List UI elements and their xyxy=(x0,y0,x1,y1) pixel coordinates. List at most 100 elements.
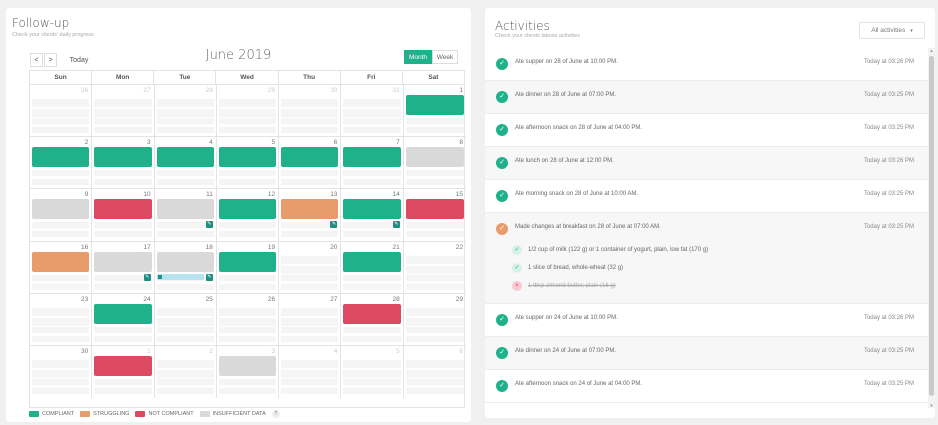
status-bar-compliant[interactable] xyxy=(218,199,277,220)
status-bar-compliant[interactable] xyxy=(156,147,214,168)
month-view-toggle[interactable]: Month xyxy=(404,50,432,64)
status-bar-not-compliant[interactable] xyxy=(94,356,152,376)
calendar-day[interactable]: 3 xyxy=(92,137,155,190)
calendar-day[interactable]: 28 xyxy=(154,85,217,138)
calendar-day[interactable]: 29 xyxy=(216,85,280,138)
scroll-thumb[interactable] xyxy=(929,56,934,396)
status-bar-compliant[interactable] xyxy=(343,147,401,168)
calendar-day[interactable]: 16 xyxy=(30,241,93,294)
calendar-day[interactable]: 27 xyxy=(92,85,155,138)
calendar-day[interactable]: 2 xyxy=(30,137,93,190)
calendar-day[interactable]: 15 xyxy=(403,189,466,242)
calendar-day[interactable]: 5 xyxy=(216,137,280,190)
calendar-day[interactable]: 11 ✎ xyxy=(154,189,217,242)
calendar-day[interactable]: 8 xyxy=(403,137,466,190)
status-bar-insufficient[interactable] xyxy=(94,251,152,272)
status-bar-compliant[interactable] xyxy=(218,147,277,168)
calendar-day[interactable]: 12 xyxy=(216,189,280,242)
day-number: 24 xyxy=(143,295,151,303)
status-bar-struggling[interactable] xyxy=(281,199,339,220)
edit-icon[interactable]: ✎ xyxy=(205,221,213,229)
day-number: 23 xyxy=(81,295,89,303)
status-bar-insufficient[interactable] xyxy=(32,199,90,220)
day-number: 30 xyxy=(81,348,89,355)
activity-row[interactable]: ✓ Ate lunch on 28 of June at 12:00 PM. Tod… xyxy=(485,147,928,180)
activity-row[interactable]: ✓ Ate dinner on 24 of June at 07:00 PM. To… xyxy=(485,337,928,370)
calendar-day[interactable]: 30 xyxy=(279,85,342,138)
status-bar-compliant[interactable] xyxy=(343,251,401,272)
edit-icon[interactable]: ✎ xyxy=(330,221,338,229)
status-bar-compliant[interactable] xyxy=(405,95,464,115)
status-bar-insufficient[interactable] xyxy=(156,199,214,220)
status-bar-struggling[interactable] xyxy=(32,251,90,272)
calendar-day[interactable]: 6 xyxy=(404,346,466,398)
calendar-day[interactable]: 1 xyxy=(403,85,466,138)
status-bar-compliant[interactable] xyxy=(94,147,152,168)
calendar-day[interactable]: 4 xyxy=(154,137,217,190)
day-number: 8 xyxy=(459,139,463,147)
edit-icon[interactable]: ✎ xyxy=(143,273,151,281)
calendar-day[interactable]: 24 xyxy=(92,293,155,346)
activity-scrollbar[interactable]: ▲ ▼ xyxy=(928,48,935,408)
calendar-day[interactable]: 25 xyxy=(154,293,217,346)
calendar-day[interactable]: 14 ✎ xyxy=(341,189,404,242)
edit-icon[interactable]: ✎ xyxy=(205,273,213,281)
empty-slot xyxy=(156,317,214,326)
empty-slot xyxy=(405,222,464,229)
calendar-day[interactable]: 4 xyxy=(279,346,342,399)
calendar-day[interactable]: 26 xyxy=(216,293,280,346)
calendar-day[interactable]: 22 xyxy=(403,242,466,294)
activity-row[interactable]: ✓ Ate afternoon snack on 24 of June at 04… xyxy=(485,370,928,403)
calendar-day[interactable]: 21 xyxy=(341,241,404,294)
help-icon[interactable]: ? xyxy=(271,410,280,418)
status-bar-not-compliant[interactable] xyxy=(94,199,152,220)
status-bar-not-compliant[interactable] xyxy=(405,199,464,220)
activity-row[interactable]: ✓ Ate supper on 28 of June at 10:00 PM. To… xyxy=(485,48,928,81)
empty-slot xyxy=(405,307,464,316)
calendar-day[interactable]: 6 xyxy=(279,137,342,190)
calendar-day[interactable]: 1 xyxy=(92,346,155,399)
calendar-day[interactable]: 13 ✎ xyxy=(279,189,342,242)
empty-slot xyxy=(94,379,152,385)
calendar-day[interactable]: 20 xyxy=(279,241,342,294)
calendar-day[interactable]: 7 xyxy=(341,137,404,190)
activity-row[interactable]: ✓ Made changes at breakfast on 28 of June… xyxy=(485,213,928,304)
activity-row[interactable]: ✓ Ate morning snack on 28 of June at 10:0… xyxy=(485,180,928,213)
status-bar-insufficient[interactable] xyxy=(405,147,464,168)
calendar-day[interactable]: 5 xyxy=(341,346,404,399)
scroll-up-icon[interactable]: ▲ xyxy=(929,48,934,53)
activity-row[interactable]: ✓ Ate afternoon snack on 28 of June at 04… xyxy=(485,114,928,147)
calendar-day[interactable]: 18 ✎ xyxy=(154,241,217,294)
activities-filter-select[interactable]: All activities ▾ xyxy=(859,22,925,39)
status-bar-compliant[interactable] xyxy=(343,199,401,220)
followup-title: Follow-up xyxy=(12,16,70,30)
calendar-day[interactable]: 30 xyxy=(30,346,93,399)
activity-text: Ate afternoon snack on 28 of June at 04:… xyxy=(515,125,643,131)
week-view-toggle[interactable]: Week xyxy=(432,50,458,64)
calendar-day[interactable]: 10 xyxy=(92,189,155,242)
activity-row[interactable]: ✓ Ate dinner on 28 of June at 07:00 PM. To… xyxy=(485,81,928,114)
edit-icon[interactable]: ✎ xyxy=(392,221,400,229)
status-bar-compliant[interactable] xyxy=(281,147,339,168)
calendar-day[interactable]: 17 ✎ xyxy=(92,241,155,294)
calendar-day[interactable]: 31 xyxy=(341,85,404,138)
status-bar-compliant[interactable] xyxy=(94,303,152,324)
calendar-day[interactable]: 2 xyxy=(155,346,217,399)
calendar-day[interactable]: 23 xyxy=(30,293,93,346)
activity-text: Ate supper on 24 of June at 10:00 PM. xyxy=(515,315,618,321)
calendar-day[interactable]: 26 xyxy=(30,85,93,138)
calendar-day[interactable]: 19 xyxy=(216,241,280,294)
calendar-day[interactable]: 29 xyxy=(403,294,466,346)
status-bar-insufficient[interactable] xyxy=(156,251,214,272)
status-bar-not-compliant[interactable] xyxy=(343,303,401,324)
activity-row[interactable]: ✓ Ate supper on 24 of June at 10:00 PM. To… xyxy=(485,304,928,337)
status-bar-insufficient[interactable] xyxy=(218,356,277,376)
calendar-day[interactable]: 28 xyxy=(341,293,404,346)
status-bar-compliant[interactable] xyxy=(32,147,90,168)
status-bar-compliant[interactable] xyxy=(218,251,277,272)
scroll-down-icon[interactable]: ▼ xyxy=(929,403,934,408)
calendar-day[interactable]: 27 xyxy=(279,293,342,346)
calendar-day[interactable]: 9 xyxy=(30,189,93,242)
activities-panel: Activities Check your clients latests ac… xyxy=(485,8,935,418)
calendar-day[interactable]: 3 xyxy=(217,346,280,399)
